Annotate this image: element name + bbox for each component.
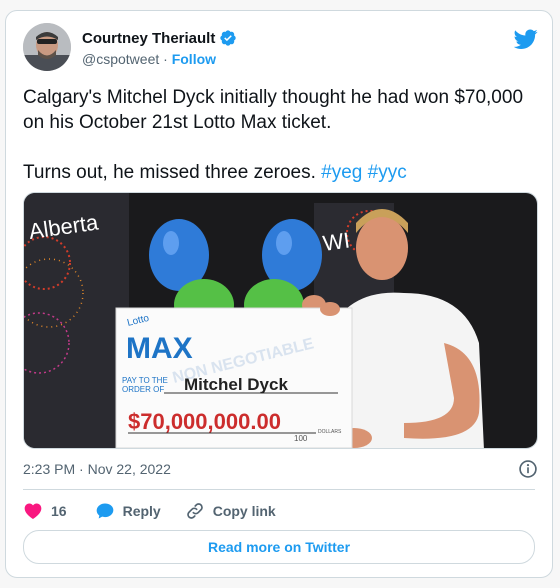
cheque-amount: $70,000,000.00	[128, 409, 281, 434]
tweet-timestamp[interactable]: 2:23 PM · Nov 22, 2022	[23, 461, 171, 477]
twitter-bird-icon[interactable]	[514, 27, 538, 51]
cheque-brand-big: MAX	[126, 332, 193, 365]
tweet-card: Courtney Theriault @cspotweet · Follow C…	[5, 10, 553, 578]
verified-badge-icon	[220, 30, 237, 46]
like-count: 16	[51, 503, 67, 519]
tweet-line-2: Turns out, he missed three zeroes. #yeg …	[23, 160, 523, 185]
hashtag-yyc[interactable]: #yyc	[368, 162, 407, 183]
cheque-pay-to-1: PAY TO THE	[122, 376, 168, 385]
hashtag-yeg[interactable]: #yeg	[321, 162, 362, 183]
reply-button[interactable]: Reply	[95, 501, 161, 521]
heart-icon	[24, 503, 42, 519]
banner-right-text: WI	[321, 227, 351, 255]
tweet-line-1: Calgary's Mitchel Dyck initially thought…	[23, 87, 524, 133]
cheque-cents: 100	[294, 434, 308, 443]
tweet-text: Calgary's Mitchel Dyck initially thought…	[23, 85, 523, 185]
copy-link-label: Copy link	[212, 503, 276, 519]
lottery-photo: Alberta WI Lotto MAX NON NEGOTIABLE PAY …	[24, 193, 537, 448]
like-button[interactable]: 16	[23, 501, 67, 521]
lottery-cheque: Lotto MAX NON NEGOTIABLE PAY TO THE ORDE…	[115, 307, 353, 448]
reply-bubble-icon	[96, 503, 113, 519]
man-head	[356, 216, 408, 280]
link-icon	[186, 503, 203, 519]
info-icon[interactable]	[518, 459, 538, 479]
cheque-cents-label: DOLLARS	[318, 429, 342, 435]
author-name[interactable]: Courtney Theriault	[82, 30, 215, 47]
follow-button[interactable]: Follow	[172, 51, 216, 67]
handle-separator: ·	[163, 51, 168, 67]
author-handle[interactable]: @cspotweet	[82, 51, 159, 67]
copy-link-button[interactable]: Copy link	[185, 501, 276, 521]
author-name-row: Courtney Theriault	[82, 29, 237, 47]
cheque-pay-to-2: ORDER OF	[122, 385, 164, 394]
reply-label: Reply	[122, 503, 161, 519]
read-more-button[interactable]: Read more on Twitter	[23, 530, 535, 564]
tweet-line-2-text: Turns out, he missed three zeroes.	[23, 162, 316, 183]
tweet-photo[interactable]: Alberta WI Lotto MAX NON NEGOTIABLE PAY …	[23, 192, 538, 449]
avatar[interactable]	[23, 23, 71, 71]
action-bar: 16 Reply Copy link	[23, 501, 276, 521]
divider	[23, 489, 535, 490]
handle-row: @cspotweet · Follow	[82, 51, 216, 67]
cheque-payee: Mitchel Dyck	[184, 375, 288, 394]
